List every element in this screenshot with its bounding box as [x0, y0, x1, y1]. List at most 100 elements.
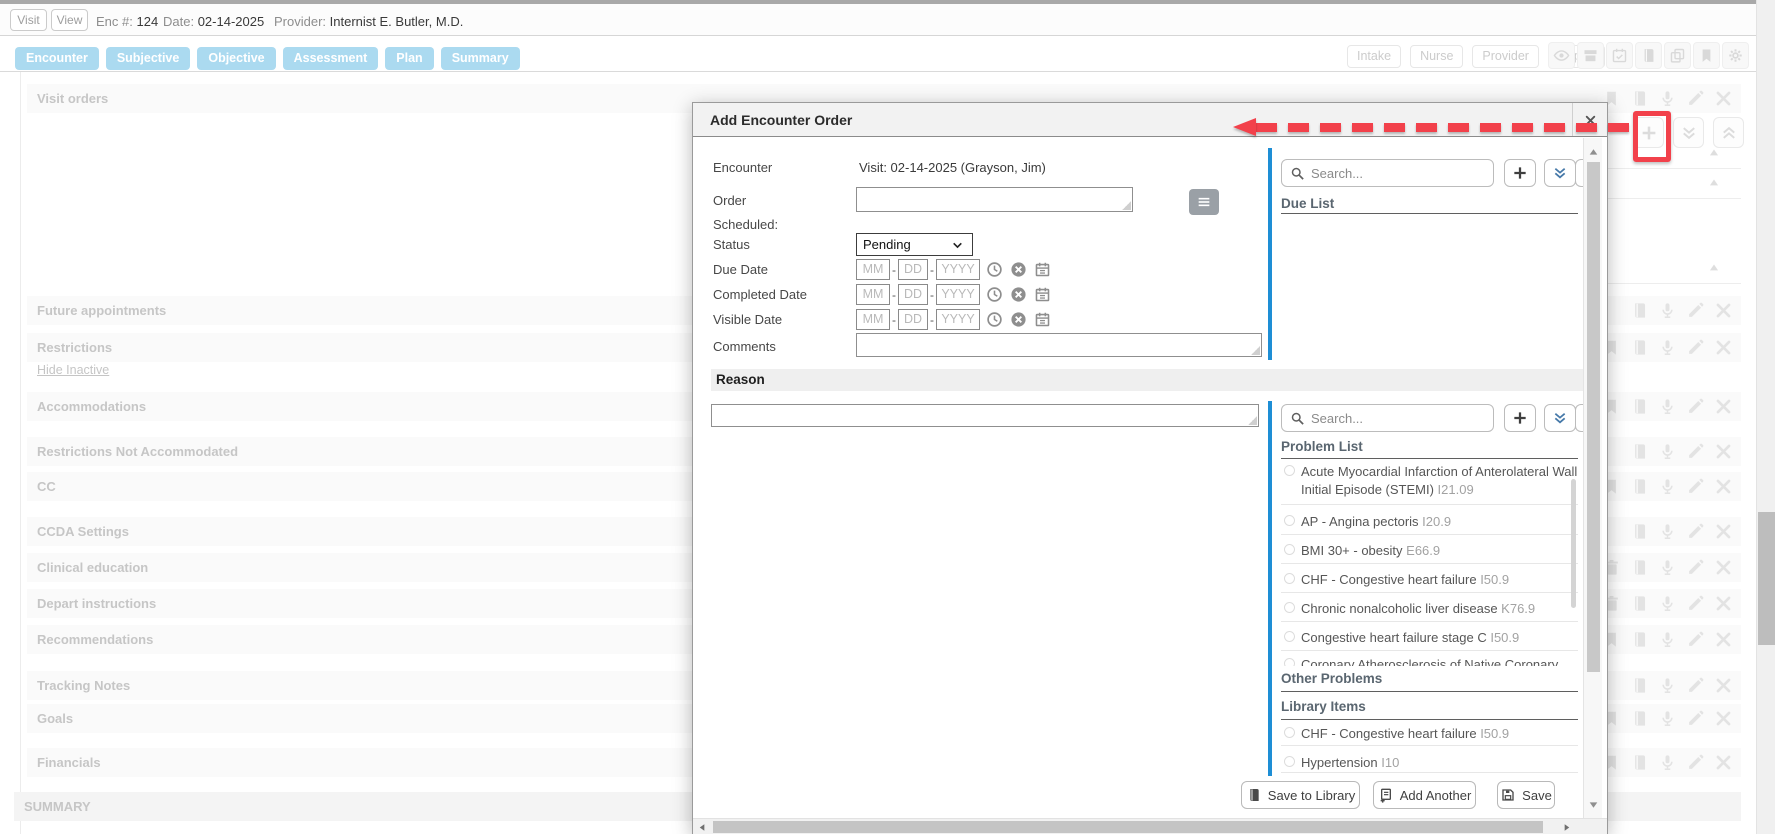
section-book-button[interactable]: [1630, 89, 1649, 108]
section-book-button[interactable]: [1630, 676, 1649, 695]
scroll-right-icon[interactable]: [1561, 822, 1572, 833]
section-mic-button[interactable]: [1658, 89, 1677, 108]
section-mic-button[interactable]: [1658, 301, 1677, 320]
pick-date-button[interactable]: [1034, 286, 1052, 304]
problem-radio[interactable]: [1284, 602, 1295, 613]
collapse-triangle-icon[interactable]: [1707, 146, 1721, 160]
problem-expand-button[interactable]: [1544, 404, 1576, 432]
add-another-button[interactable]: Add Another: [1373, 781, 1476, 809]
problem-list-item[interactable]: Chronic nonalcoholic liver disease K76.9: [1281, 600, 1578, 618]
section-mic-button[interactable]: [1658, 676, 1677, 695]
scroll-left-icon[interactable]: [697, 822, 708, 833]
section-mic-button[interactable]: [1658, 522, 1677, 541]
section-pencil-button[interactable]: [1686, 442, 1705, 461]
comments-resize[interactable]: [1251, 346, 1260, 355]
set-time-button[interactable]: [986, 311, 1004, 329]
section-book-button[interactable]: [1630, 753, 1649, 772]
section-pencil-button[interactable]: [1686, 477, 1705, 496]
toolbar-eye-button[interactable]: [1548, 42, 1575, 69]
date-dd-input[interactable]: DD: [898, 309, 928, 330]
tab-plan[interactable]: Plan: [385, 47, 433, 70]
page-scrollbar-thumb[interactable]: [1758, 512, 1775, 645]
section-mic-button[interactable]: [1658, 558, 1677, 577]
section-pencil-button[interactable]: [1686, 522, 1705, 541]
clear-date-button[interactable]: [1010, 311, 1028, 329]
toolbar-calcheck-button[interactable]: [1606, 42, 1633, 69]
section-mic-button[interactable]: [1658, 477, 1677, 496]
toolbar-copy-button[interactable]: [1664, 42, 1691, 69]
scroll-up-icon[interactable]: [1587, 146, 1600, 159]
problem-radio[interactable]: [1284, 573, 1295, 584]
section-mic-button[interactable]: [1658, 753, 1677, 772]
date-mm-input[interactable]: MM: [856, 309, 890, 330]
section-book-button[interactable]: [1630, 397, 1649, 416]
section-xmark-button[interactable]: [1714, 630, 1733, 649]
date-yyyy-input[interactable]: YYYY: [936, 259, 980, 280]
section-pencil-button[interactable]: [1686, 630, 1705, 649]
due-add-button[interactable]: [1504, 159, 1536, 187]
date-mm-input[interactable]: MM: [856, 284, 890, 305]
problem-radio[interactable]: [1284, 631, 1295, 642]
library-list-item[interactable]: CHF - Congestive heart failure I50.9: [1281, 725, 1578, 743]
problem-search-input[interactable]: Search...: [1281, 404, 1494, 432]
section-book-button[interactable]: [1630, 477, 1649, 496]
section-xmark-button[interactable]: [1714, 301, 1733, 320]
order-input-resize[interactable]: [1122, 201, 1131, 210]
section-xmark-button[interactable]: [1714, 397, 1733, 416]
toolbar-bookmark-button[interactable]: [1693, 42, 1720, 69]
section-pencil-button[interactable]: [1686, 709, 1705, 728]
section-xmark-button[interactable]: [1714, 477, 1733, 496]
clear-date-button[interactable]: [1010, 261, 1028, 279]
dialog-vertical-scrollbar[interactable]: [1583, 138, 1602, 818]
date-mm-input[interactable]: MM: [856, 259, 890, 280]
section-xmark-button[interactable]: [1714, 522, 1733, 541]
problem-radio[interactable]: [1284, 544, 1295, 555]
due-expand-button[interactable]: [1544, 159, 1576, 187]
collapse-triangle-icon[interactable]: [1707, 176, 1721, 190]
section-pencil-button[interactable]: [1686, 338, 1705, 357]
order-list-button[interactable]: [1189, 189, 1219, 215]
tab-subjective[interactable]: Subjective: [106, 47, 191, 70]
problem-list-item[interactable]: Acute Myocardial Infarction of Anterolat…: [1281, 463, 1578, 499]
order-input[interactable]: [856, 187, 1133, 212]
problem-list-item[interactable]: Coronary Atherosclerosis of Native Coron…: [1281, 656, 1578, 666]
stage-button-provider[interactable]: Provider: [1472, 45, 1539, 68]
problem-list-item[interactable]: CHF - Congestive heart failure I50.9: [1281, 571, 1578, 589]
status-select[interactable]: Pending: [856, 233, 973, 256]
problem-radio[interactable]: [1284, 465, 1295, 476]
date-yyyy-input[interactable]: YYYY: [936, 284, 980, 305]
set-time-button[interactable]: [986, 261, 1004, 279]
date-dd-input[interactable]: DD: [898, 284, 928, 305]
library-radio[interactable]: [1284, 756, 1295, 767]
pick-date-button[interactable]: [1034, 311, 1052, 329]
section-pencil-button[interactable]: [1686, 558, 1705, 577]
expand-all-button[interactable]: [1673, 117, 1704, 148]
problem-list-item[interactable]: BMI 30+ - obesity E66.9: [1281, 542, 1578, 560]
comments-textarea[interactable]: [856, 333, 1262, 357]
reason-input[interactable]: [711, 404, 1259, 427]
tab-objective[interactable]: Objective: [197, 47, 275, 70]
section-mic-button[interactable]: [1658, 338, 1677, 357]
section-book-button[interactable]: [1630, 442, 1649, 461]
section-pencil-button[interactable]: [1686, 753, 1705, 772]
date-dd-input[interactable]: DD: [898, 259, 928, 280]
visit-button[interactable]: Visit: [10, 9, 47, 31]
section-pencil-button[interactable]: [1686, 397, 1705, 416]
scroll-down-icon[interactable]: [1587, 798, 1600, 811]
toolbar-archive-button[interactable]: [1577, 42, 1604, 69]
section-book-button[interactable]: [1630, 301, 1649, 320]
section-book-button[interactable]: [1630, 558, 1649, 577]
section-mic-button[interactable]: [1658, 397, 1677, 416]
stage-button-nurse[interactable]: Nurse: [1410, 45, 1463, 68]
section-book-button[interactable]: [1630, 709, 1649, 728]
library-list-item[interactable]: Hypertension I10: [1281, 754, 1578, 772]
section-mic-button[interactable]: [1658, 709, 1677, 728]
section-book-button[interactable]: [1630, 594, 1649, 613]
dialog-vscroll-thumb[interactable]: [1587, 162, 1600, 672]
reason-input-resize[interactable]: [1248, 416, 1257, 425]
section-book-button[interactable]: [1630, 338, 1649, 357]
section-book-button[interactable]: [1630, 630, 1649, 649]
section-xmark-button[interactable]: [1714, 676, 1733, 695]
pick-date-button[interactable]: [1034, 261, 1052, 279]
page-scrollbar[interactable]: [1756, 0, 1775, 834]
